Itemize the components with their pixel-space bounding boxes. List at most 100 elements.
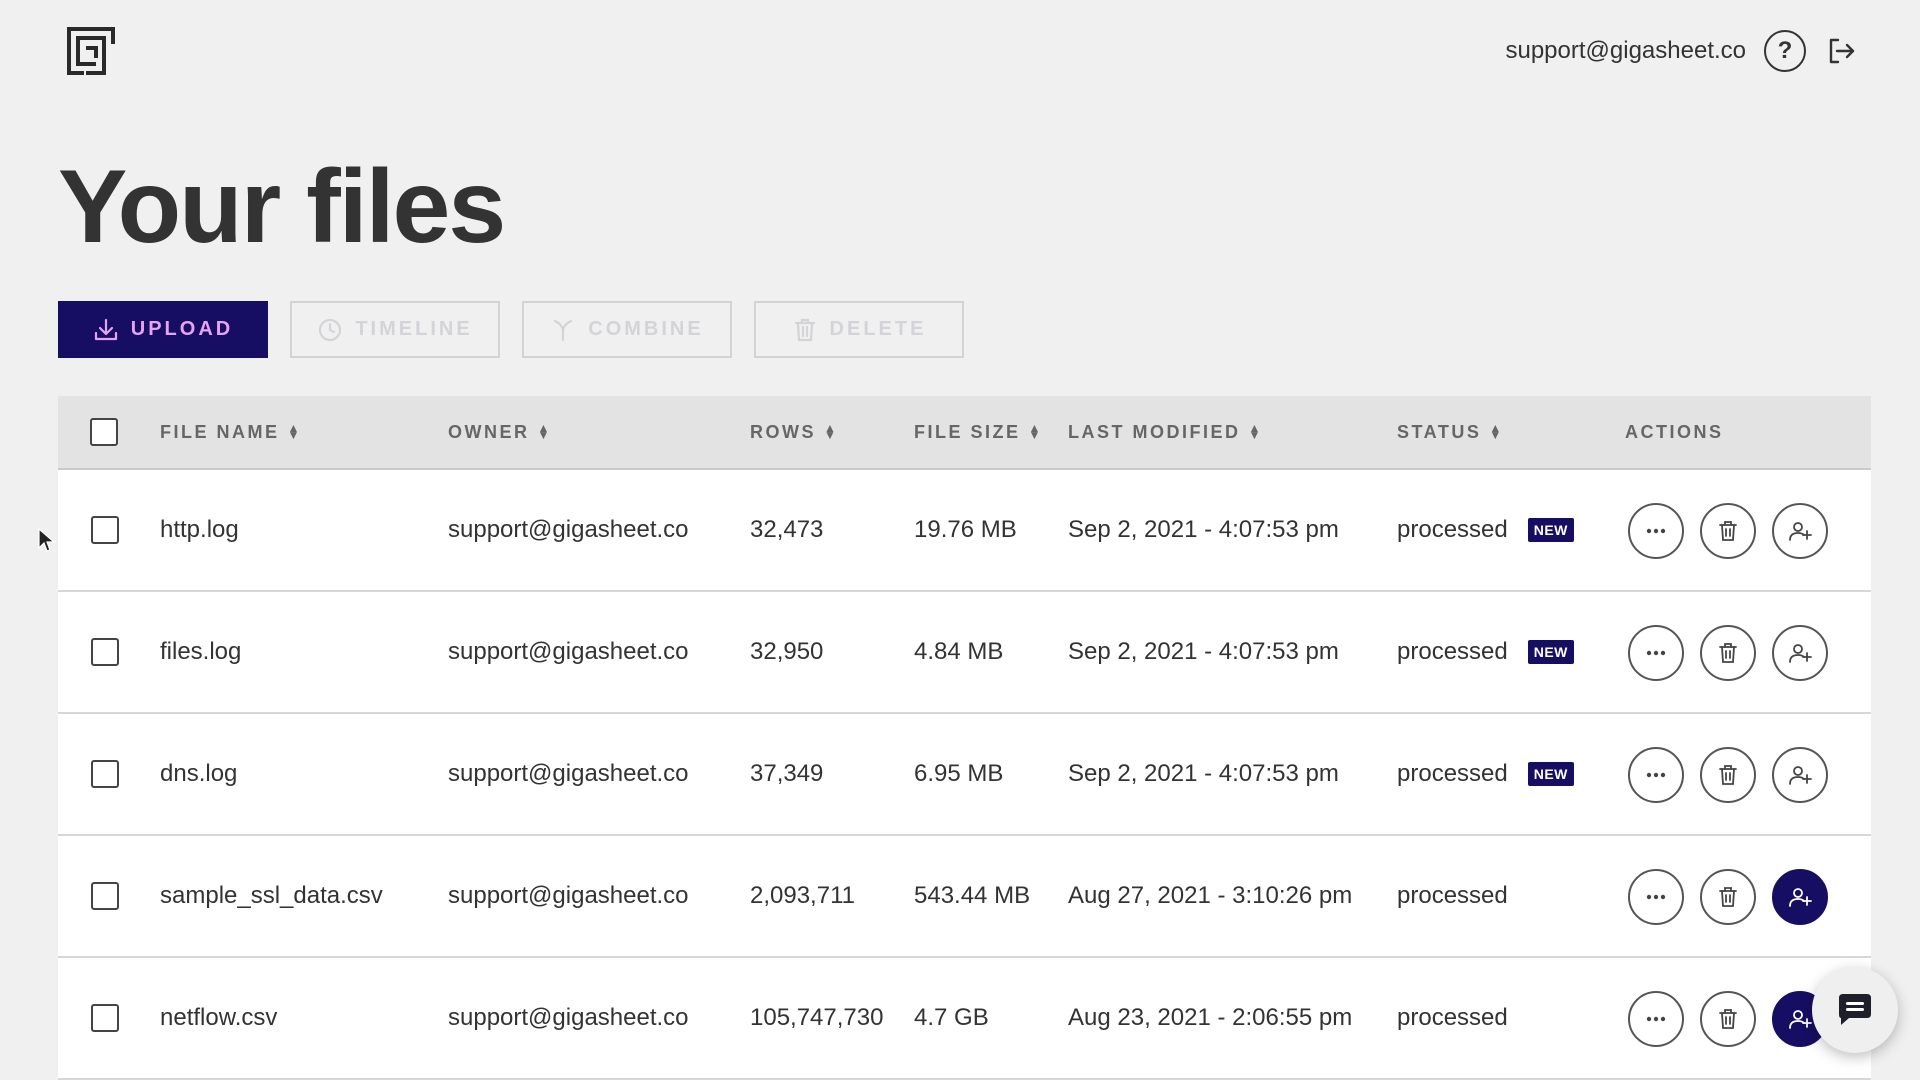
- table-body: http.log support@gigasheet.co 32,473 19.76 …: [58, 470, 1871, 1080]
- row-checkbox[interactable]: [91, 516, 119, 544]
- share-file-button[interactable]: [1772, 503, 1828, 559]
- clock-icon: [319, 318, 342, 341]
- add-user-icon: [1787, 518, 1813, 544]
- logout-icon[interactable]: [1824, 34, 1858, 68]
- column-status-label: STATUS: [1397, 421, 1482, 442]
- mouse-cursor-icon: [38, 528, 56, 552]
- sort-icon: ▲ ▼: [287, 421, 302, 442]
- sort-icon: ▲ ▼: [1028, 421, 1043, 442]
- column-owner[interactable]: OWNER ▲ ▼: [448, 422, 552, 443]
- combine-label: COMBINE: [588, 318, 704, 340]
- delete-label: DELETE: [829, 318, 927, 340]
- delete-file-button[interactable]: [1700, 503, 1756, 559]
- last-modified: Sep 2, 2021 - 4:07:53 pm: [1068, 516, 1339, 543]
- gigasheet-logo[interactable]: [66, 26, 116, 76]
- table-row[interactable]: sample_ssl_data.csv support@gigasheet.co 2…: [58, 836, 1871, 958]
- file-size: 4.7 GB: [914, 1004, 989, 1031]
- column-owner-label: OWNER: [448, 421, 530, 442]
- trash-icon: [1715, 884, 1741, 910]
- add-user-icon: [1787, 640, 1813, 666]
- row-checkbox[interactable]: [91, 882, 119, 910]
- row-count: 2,093,711: [750, 882, 855, 909]
- file-owner: support@gigasheet.co: [448, 516, 689, 543]
- status-cell: processed: [1397, 836, 1508, 956]
- column-file-name[interactable]: FILE NAME ▲ ▼: [160, 422, 302, 443]
- new-badge: NEW: [1527, 762, 1574, 786]
- file-name[interactable]: http.log: [160, 470, 239, 590]
- last-modified: Sep 2, 2021 - 4:07:53 pm: [1068, 760, 1339, 787]
- table-row[interactable]: netflow.csv support@gigasheet.co 105,747,7…: [58, 958, 1871, 1080]
- ellipsis-icon: [1643, 884, 1669, 910]
- sort-icon: ▲ ▼: [824, 421, 839, 442]
- file-owner: support@gigasheet.co: [448, 760, 689, 787]
- ellipsis-icon: [1643, 518, 1669, 544]
- status-text: processed: [1397, 516, 1508, 543]
- new-badge: NEW: [1527, 518, 1574, 542]
- file-owner: support@gigasheet.co: [448, 1004, 689, 1031]
- trash-icon: [1715, 640, 1741, 666]
- toolbar: UPLOAD TIMELINE COMBINE DELETE: [58, 301, 964, 358]
- row-checkbox[interactable]: [91, 760, 119, 788]
- column-file-size[interactable]: FILE SIZE ▲ ▼: [914, 422, 1043, 443]
- more-options-button[interactable]: [1628, 991, 1684, 1047]
- table-header: FILE NAME ▲ ▼ OWNER ▲ ▼ ROWS ▲ ▼ FILE SIZE …: [58, 396, 1871, 470]
- file-owner: support@gigasheet.co: [448, 882, 689, 909]
- timeline-label: TIMELINE: [355, 318, 473, 340]
- column-file-name-label: FILE NAME: [160, 421, 280, 442]
- share-file-button[interactable]: [1772, 869, 1828, 925]
- upload-button[interactable]: UPLOAD: [58, 301, 268, 358]
- file-size: 6.95 MB: [914, 760, 1004, 787]
- column-actions: ACTIONS: [1625, 422, 1724, 443]
- more-options-button[interactable]: [1628, 503, 1684, 559]
- delete-file-button[interactable]: [1700, 625, 1756, 681]
- row-count: 32,950: [750, 638, 824, 665]
- add-user-icon: [1787, 1006, 1813, 1032]
- file-name[interactable]: netflow.csv: [160, 958, 277, 1078]
- file-name[interactable]: files.log: [160, 592, 241, 712]
- select-all-checkbox[interactable]: [90, 418, 118, 446]
- trash-icon: [1715, 1006, 1741, 1032]
- status-text: processed: [1397, 638, 1508, 665]
- share-file-button[interactable]: [1772, 625, 1828, 681]
- files-table: FILE NAME ▲ ▼ OWNER ▲ ▼ ROWS ▲ ▼ FILE SIZE …: [58, 396, 1871, 1080]
- table-row[interactable]: files.log support@gigasheet.co 32,950 4.84 …: [58, 592, 1871, 714]
- user-email: support@gigasheet.co: [1505, 37, 1746, 64]
- add-user-icon: [1787, 884, 1813, 910]
- more-options-button[interactable]: [1628, 625, 1684, 681]
- chat-icon: [1839, 994, 1871, 1025]
- combine-button[interactable]: COMBINE: [522, 301, 732, 358]
- delete-button[interactable]: DELETE: [754, 301, 964, 358]
- column-last-modified-label: LAST MODIFIED: [1068, 421, 1241, 442]
- row-checkbox[interactable]: [91, 1004, 119, 1032]
- table-row[interactable]: http.log support@gigasheet.co 32,473 19.76 …: [58, 470, 1871, 592]
- column-last-modified[interactable]: LAST MODIFIED ▲ ▼: [1068, 422, 1263, 443]
- add-user-icon: [1787, 762, 1813, 788]
- timeline-button[interactable]: TIMELINE: [290, 301, 500, 358]
- status-cell: processed NEW: [1397, 470, 1574, 590]
- delete-file-button[interactable]: [1700, 747, 1756, 803]
- file-name[interactable]: dns.log: [160, 714, 237, 834]
- help-icon[interactable]: ?: [1764, 30, 1806, 72]
- status-text: processed: [1397, 760, 1508, 787]
- column-rows-label: ROWS: [750, 421, 816, 442]
- sort-icon: ▲ ▼: [537, 421, 552, 442]
- trash-icon: [794, 318, 815, 341]
- table-row[interactable]: dns.log support@gigasheet.co 37,349 6.95 MB…: [58, 714, 1871, 836]
- share-file-button[interactable]: [1772, 747, 1828, 803]
- file-name[interactable]: sample_ssl_data.csv: [160, 836, 383, 956]
- file-owner: support@gigasheet.co: [448, 638, 689, 665]
- new-badge: NEW: [1527, 640, 1574, 664]
- delete-file-button[interactable]: [1700, 869, 1756, 925]
- row-checkbox[interactable]: [91, 638, 119, 666]
- chat-button[interactable]: [1812, 967, 1898, 1053]
- more-options-button[interactable]: [1628, 747, 1684, 803]
- column-status[interactable]: STATUS ▲ ▼: [1397, 422, 1504, 443]
- column-rows[interactable]: ROWS ▲ ▼: [750, 422, 838, 443]
- sort-icon: ▲ ▼: [1248, 421, 1263, 442]
- status-cell: processed: [1397, 958, 1508, 1078]
- file-size: 19.76 MB: [914, 516, 1017, 543]
- more-options-button[interactable]: [1628, 869, 1684, 925]
- delete-file-button[interactable]: [1700, 991, 1756, 1047]
- last-modified: Aug 23, 2021 - 2:06:55 pm: [1068, 1004, 1353, 1031]
- status-cell: processed NEW: [1397, 714, 1574, 834]
